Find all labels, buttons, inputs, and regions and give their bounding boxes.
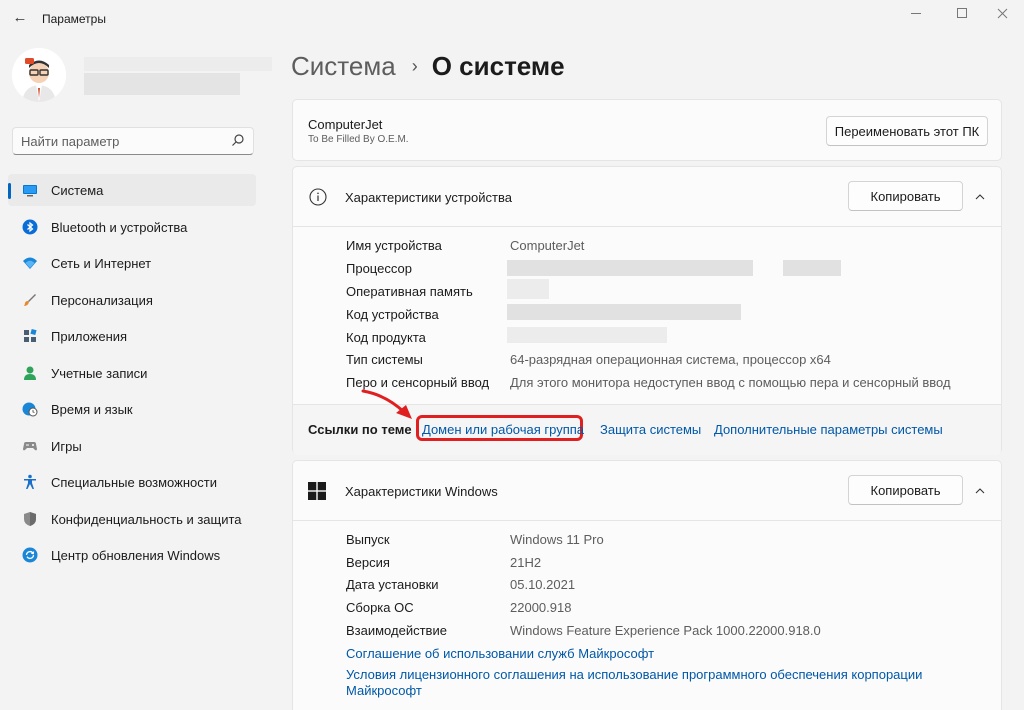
spec-label: Версия xyxy=(346,555,390,570)
spec-value: ComputerJet xyxy=(510,238,585,253)
windows-logo-icon xyxy=(308,482,326,500)
pc-name-card: ComputerJet To Be Filled By O.E.M. Переи… xyxy=(292,99,1002,161)
sidebar-item-label: Учетные записи xyxy=(51,365,148,381)
search-box[interactable] xyxy=(12,127,254,155)
chevron-up-icon[interactable] xyxy=(974,191,986,203)
account-name-redacted xyxy=(84,57,272,71)
processor-redacted xyxy=(507,260,753,276)
microsoft-license-terms-link[interactable]: Условия лицензионного соглашения на испо… xyxy=(346,667,922,682)
back-arrow-icon[interactable]: ← xyxy=(11,9,29,27)
spec-label: Оперативная память xyxy=(346,284,473,299)
product-id-redacted xyxy=(507,327,667,343)
windows-specs-card: Характеристики Windows Копировать Выпуск… xyxy=(292,460,1002,710)
spec-value: Для этого монитора недоступен ввод с пом… xyxy=(510,375,951,390)
sidebar-item-personalization[interactable]: Персонализация xyxy=(8,284,256,316)
pc-name: ComputerJet xyxy=(308,117,383,132)
sidebar-item-label: Игры xyxy=(51,438,82,454)
breadcrumb-parent[interactable]: Система xyxy=(291,51,396,82)
domain-workgroup-link[interactable]: Домен или рабочая группа xyxy=(422,422,584,437)
spec-label: Имя устройства xyxy=(346,238,442,253)
windows-specs-title: Характеристики Windows xyxy=(345,484,498,499)
sidebar-item-label: Центр обновления Windows xyxy=(51,548,221,563)
spec-label: Выпуск xyxy=(346,532,390,547)
sidebar-item-label: Время и язык xyxy=(51,402,133,417)
chevron-right-icon: › xyxy=(411,56,418,76)
device-id-redacted xyxy=(507,304,741,320)
chevron-up-icon[interactable] xyxy=(974,485,986,497)
sidebar-item-windows-update[interactable]: Центр обновления Windows xyxy=(8,539,256,571)
shield-icon xyxy=(24,511,36,526)
sidebar-item-label: Специальные возможности xyxy=(51,475,217,490)
monitor-icon xyxy=(23,185,37,197)
sidebar-item-gaming[interactable]: Игры xyxy=(8,430,256,462)
ram-redacted xyxy=(507,279,549,299)
device-specs-title: Характеристики устройства xyxy=(345,190,512,205)
copy-device-specs-button[interactable]: Копировать xyxy=(848,181,963,211)
sidebar-item-privacy[interactable]: Конфиденциальность и защита xyxy=(8,503,256,535)
divider xyxy=(293,226,1001,227)
sidebar-item-label: Сеть и Интернет xyxy=(51,256,152,271)
sidebar-item-time-language[interactable]: Время и язык xyxy=(8,393,256,425)
spec-value: Windows Feature Experience Pack 1000.220… xyxy=(510,623,821,638)
spec-label: Код продукта xyxy=(346,330,426,345)
spec-label: Процессор xyxy=(346,261,412,276)
page-title: О системе xyxy=(431,51,565,81)
accessibility-icon xyxy=(24,474,36,489)
sidebar-item-apps[interactable]: Приложения xyxy=(8,320,256,352)
spec-label: Код устройства xyxy=(346,307,439,322)
spec-label: Тип системы xyxy=(346,352,423,367)
sidebar-item-bluetooth[interactable]: Bluetooth и устройства xyxy=(8,211,256,243)
sidebar-item-label: Bluetooth и устройства xyxy=(51,219,188,235)
microsoft-license-terms-link-cont[interactable]: Майкрософт xyxy=(346,683,422,698)
avatar[interactable] xyxy=(12,48,66,102)
maximize-button[interactable] xyxy=(942,0,982,26)
system-protection-link[interactable]: Защита системы xyxy=(600,422,701,437)
copy-windows-specs-button[interactable]: Копировать xyxy=(848,475,963,505)
sidebar-item-accessibility[interactable]: Специальные возможности xyxy=(8,466,256,498)
sidebar-item-accounts[interactable]: Учетные записи xyxy=(8,357,256,389)
sidebar-item-label: Конфиденциальность и защита xyxy=(51,511,242,527)
microsoft-services-agreement-link[interactable]: Соглашение об использовании служб Майкро… xyxy=(346,646,654,661)
gamepad-icon xyxy=(23,441,37,450)
spec-label: Дата установки xyxy=(346,577,439,592)
spec-value: 22000.918 xyxy=(510,600,572,615)
sidebar-item-label: Приложения xyxy=(51,329,128,344)
spec-value: 64-разрядная операционная система, проце… xyxy=(510,352,831,367)
close-button[interactable] xyxy=(982,0,1022,26)
spec-value: Windows 11 Pro xyxy=(510,532,604,547)
spec-label: Сборка ОС xyxy=(346,600,414,615)
search-input[interactable] xyxy=(21,128,221,154)
pc-model: To Be Filled By O.E.M. xyxy=(308,134,409,145)
breadcrumb: Система › О системе xyxy=(291,51,565,82)
apps-icon xyxy=(24,328,37,342)
update-icon xyxy=(22,547,38,563)
annotation-arrow-icon xyxy=(361,389,412,419)
spec-value: 05.10.2021 xyxy=(510,577,576,592)
window-title: Параметры xyxy=(42,12,106,26)
close-icon xyxy=(997,8,1007,18)
divider xyxy=(293,520,1001,521)
sidebar-item-network[interactable]: Сеть и Интернет xyxy=(8,247,256,279)
sidebar-item-label: Персонализация xyxy=(51,292,153,308)
processor-redacted-2 xyxy=(783,260,841,276)
title-bar: ← Параметры xyxy=(0,0,1024,40)
account-email-redacted xyxy=(84,73,240,95)
wifi-icon xyxy=(23,257,37,269)
advanced-system-settings-link[interactable]: Дополнительные параметры системы xyxy=(714,422,943,437)
search-icon[interactable] xyxy=(231,133,245,147)
sidebar-item-label: Система xyxy=(51,183,104,198)
person-icon xyxy=(24,366,36,380)
globe-clock-icon xyxy=(22,402,38,417)
rename-pc-button[interactable]: Переименовать этот ПК xyxy=(826,116,988,146)
info-icon xyxy=(309,188,327,206)
bluetooth-icon xyxy=(22,219,38,234)
brush-icon xyxy=(24,293,36,306)
sidebar-item-system[interactable]: Система xyxy=(8,174,256,206)
user-avatar-icon xyxy=(12,48,66,102)
spec-label: Взаимодействие xyxy=(346,623,447,638)
spec-value: 21H2 xyxy=(510,555,542,570)
sidebar-nav: Система Bluetooth и устройства Сеть и Ин… xyxy=(8,174,256,576)
minimize-button[interactable] xyxy=(896,0,936,26)
